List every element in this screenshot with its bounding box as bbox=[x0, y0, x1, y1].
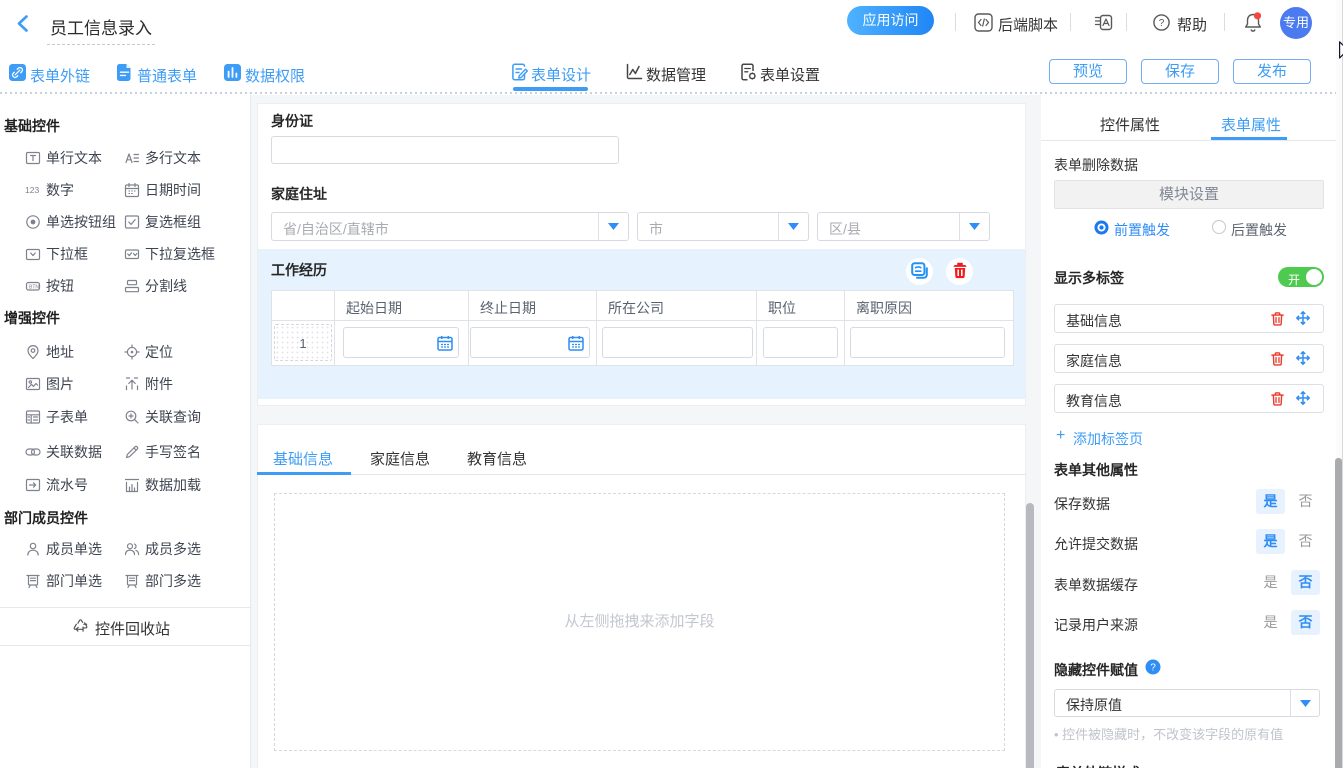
svg-text:BTN: BTN bbox=[29, 285, 39, 291]
svg-text:123: 123 bbox=[25, 185, 39, 195]
svg-text:?: ? bbox=[1150, 663, 1156, 674]
svg-text:?: ? bbox=[1159, 18, 1165, 29]
